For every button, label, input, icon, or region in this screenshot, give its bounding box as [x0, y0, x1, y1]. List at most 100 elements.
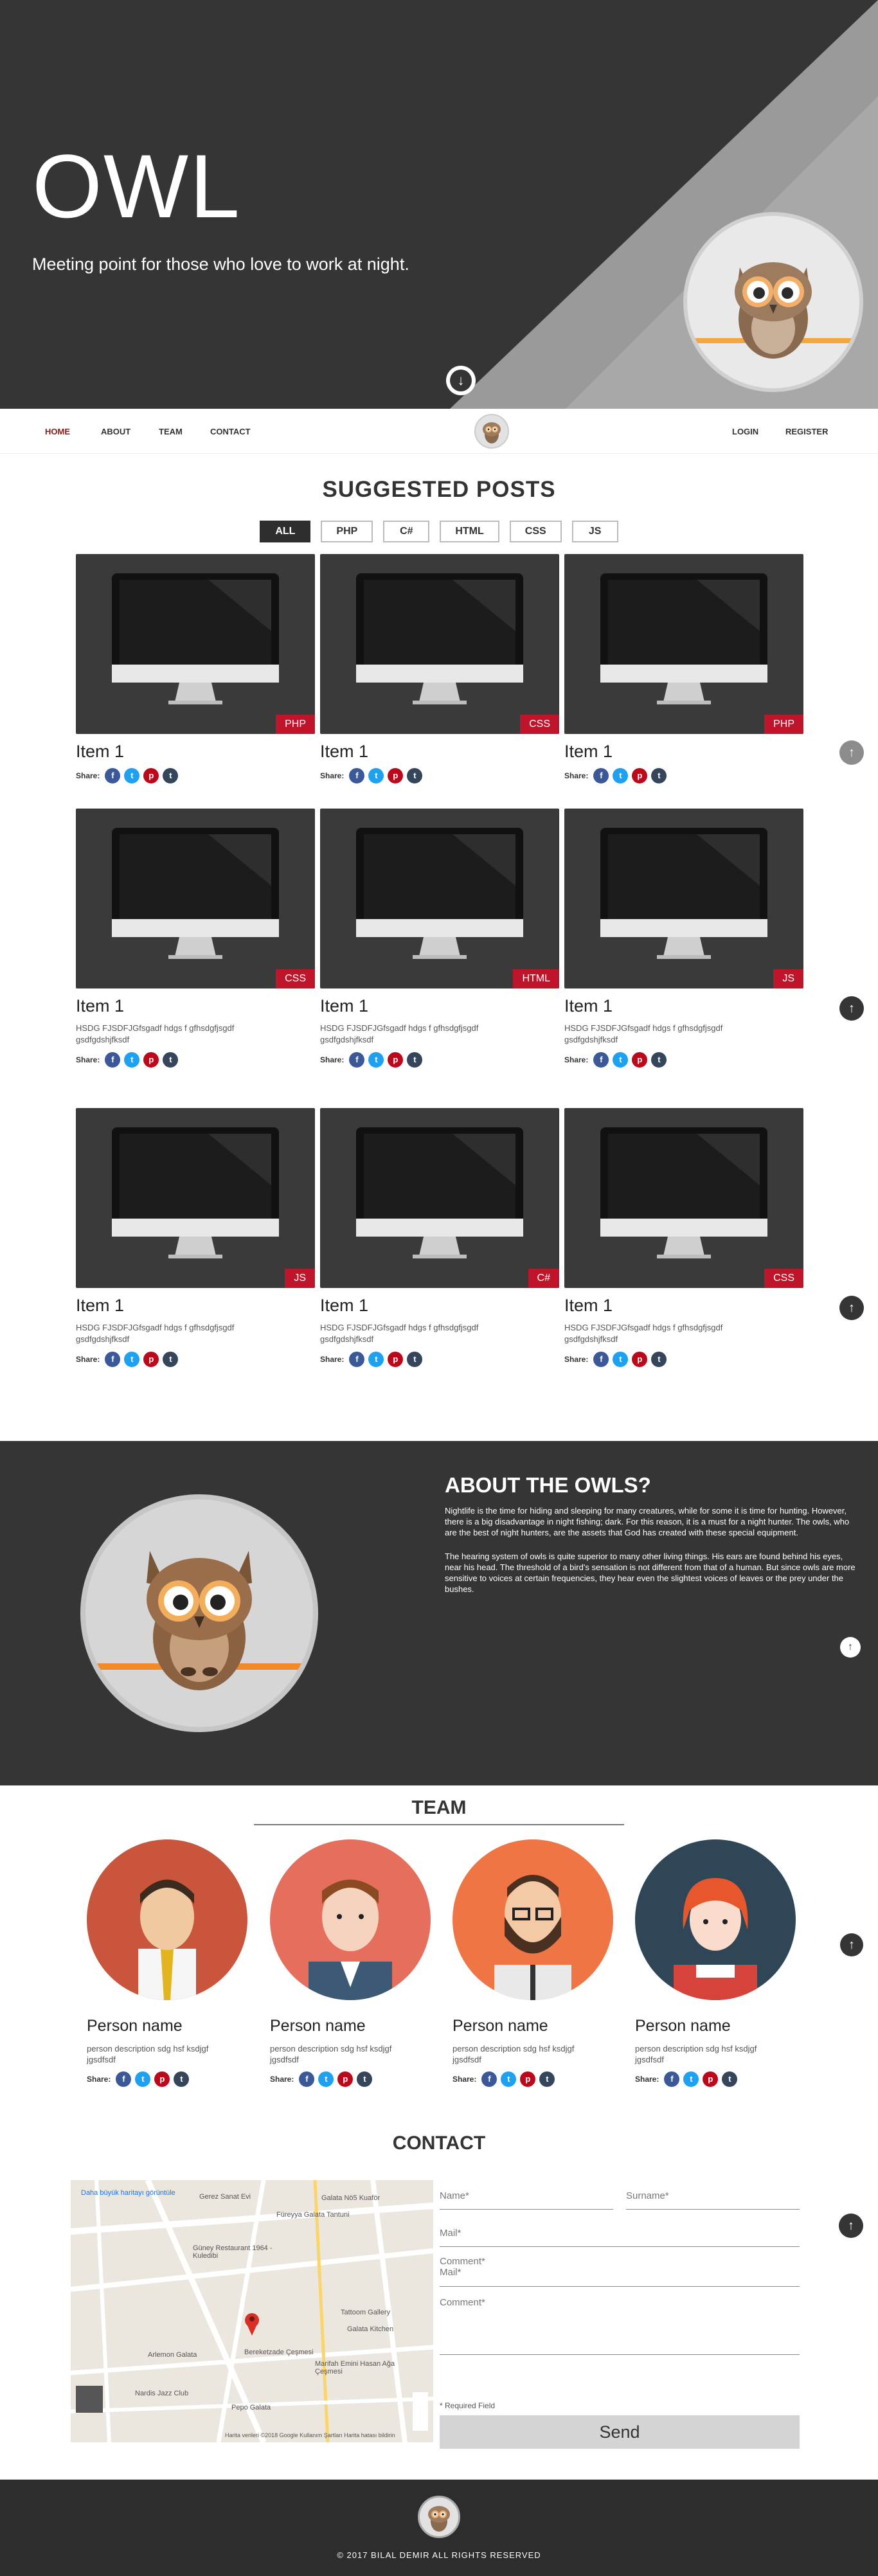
filter-js[interactable]: JS	[571, 521, 618, 542]
nav-team[interactable]: TEAM	[159, 427, 183, 436]
twitter-icon[interactable]: t	[124, 768, 140, 783]
post-category-tag[interactable]: CSS	[276, 969, 315, 988]
twitter-icon[interactable]: t	[135, 2071, 151, 2087]
facebook-icon[interactable]: f	[664, 2071, 680, 2087]
twitter-icon[interactable]: t	[368, 1352, 384, 1367]
filter-css[interactable]: CSS	[509, 521, 562, 542]
pinterest-icon[interactable]: p	[632, 1052, 648, 1068]
post-title[interactable]: Item 1	[76, 742, 315, 762]
post-category-tag[interactable]: C#	[528, 1269, 559, 1288]
twitter-icon[interactable]: t	[613, 1352, 629, 1367]
pinterest-icon[interactable]: p	[388, 1052, 404, 1068]
map-larger-link[interactable]: Daha büyük haritayı görüntüle	[81, 2189, 175, 2197]
post-card[interactable]: C# Item 1 HSDG FJSDFJGfsgadf hdgs f gfhsdg…	[320, 1108, 559, 1367]
post-card[interactable]: JS Item 1 HSDG FJSDFJGfsgadf hdgs f gfhsdg…	[564, 809, 803, 1068]
facebook-icon[interactable]: f	[593, 768, 609, 783]
tumblr-icon[interactable]: t	[651, 1352, 667, 1367]
post-thumbnail[interactable]: CSS	[320, 554, 559, 734]
tumblr-icon[interactable]: t	[651, 1052, 667, 1068]
nav-home[interactable]: HOME	[45, 427, 70, 436]
post-card[interactable]: HTML Item 1 HSDG FJSDFJGfsgadf hdgs f gfhs…	[320, 809, 559, 1068]
facebook-icon[interactable]: f	[105, 768, 121, 783]
post-title[interactable]: Item 1	[76, 996, 315, 1016]
google-map[interactable]: Daha büyük haritayı görüntüle Gerez Sana…	[71, 2180, 433, 2442]
twitter-icon[interactable]: t	[501, 2071, 517, 2087]
tumblr-icon[interactable]: t	[722, 2071, 738, 2087]
post-thumbnail[interactable]: C#	[320, 1108, 559, 1288]
scroll-up-button[interactable]: ↑	[840, 1933, 863, 1956]
facebook-icon[interactable]: f	[299, 2071, 315, 2087]
post-title[interactable]: Item 1	[76, 1296, 315, 1316]
scroll-up-button[interactable]: ↑	[839, 2214, 863, 2238]
post-card[interactable]: PHP Item 1 Share: f t p t	[76, 554, 315, 783]
twitter-icon[interactable]: t	[613, 1052, 629, 1068]
post-category-tag[interactable]: CSS	[520, 715, 559, 734]
mail-field[interactable]: Mail*	[440, 2228, 800, 2247]
facebook-icon[interactable]: f	[116, 2071, 132, 2087]
post-category-tag[interactable]: JS	[285, 1269, 315, 1288]
post-title[interactable]: Item 1	[320, 1296, 559, 1316]
twitter-icon[interactable]: t	[124, 1352, 140, 1367]
tumblr-icon[interactable]: t	[407, 768, 423, 783]
twitter-icon[interactable]: t	[613, 768, 629, 783]
post-title[interactable]: Item 1	[564, 742, 803, 762]
facebook-icon[interactable]: f	[481, 2071, 497, 2087]
pinterest-icon[interactable]: p	[143, 768, 159, 783]
post-card[interactable]: JS Item 1 HSDG FJSDFJGfsgadf hdgs f gfhsdg…	[76, 1108, 315, 1367]
pinterest-icon[interactable]: p	[632, 768, 648, 783]
tumblr-icon[interactable]: t	[539, 2071, 555, 2087]
post-card[interactable]: CSS Item 1 HSDG FJSDFJGfsgadf hdgs f gfhsd…	[76, 809, 315, 1068]
facebook-icon[interactable]: f	[593, 1052, 609, 1068]
post-card[interactable]: CSS Item 1 Share: f t p t	[320, 554, 559, 783]
facebook-icon[interactable]: f	[349, 1352, 365, 1367]
pinterest-icon[interactable]: p	[143, 1352, 159, 1367]
tumblr-icon[interactable]: t	[357, 2071, 373, 2087]
post-thumbnail[interactable]: PHP	[564, 554, 803, 734]
post-card[interactable]: CSS Item 1 HSDG FJSDFJGfsgadf hdgs f gfhsd…	[564, 1108, 803, 1367]
facebook-icon[interactable]: f	[349, 768, 365, 783]
post-category-tag[interactable]: PHP	[764, 715, 803, 734]
post-title[interactable]: Item 1	[564, 1296, 803, 1316]
scroll-up-button[interactable]: ↑	[839, 1296, 864, 1320]
post-category-tag[interactable]: PHP	[276, 715, 315, 734]
name-field[interactable]: Name*	[440, 2190, 613, 2210]
pinterest-icon[interactable]: p	[388, 768, 404, 783]
pinterest-icon[interactable]: p	[154, 2071, 170, 2087]
twitter-icon[interactable]: t	[124, 1052, 140, 1068]
facebook-icon[interactable]: f	[105, 1052, 121, 1068]
tumblr-icon[interactable]: t	[651, 768, 667, 783]
filter-csharp[interactable]: C#	[383, 521, 430, 542]
nav-logo[interactable]	[474, 414, 509, 449]
pinterest-icon[interactable]: p	[703, 2071, 719, 2087]
post-thumbnail[interactable]: JS	[564, 809, 803, 988]
surname-field[interactable]: Surname*	[626, 2190, 800, 2210]
pinterest-icon[interactable]: p	[143, 1052, 159, 1068]
twitter-icon[interactable]: t	[368, 768, 384, 783]
post-thumbnail[interactable]: HTML	[320, 809, 559, 988]
comment-mail-field[interactable]: Comment* Mail*	[440, 2256, 800, 2287]
post-category-tag[interactable]: HTML	[513, 969, 559, 988]
tumblr-icon[interactable]: t	[407, 1352, 423, 1367]
post-title[interactable]: Item 1	[320, 996, 559, 1016]
facebook-icon[interactable]: f	[349, 1052, 365, 1068]
pinterest-icon[interactable]: p	[388, 1352, 404, 1367]
facebook-icon[interactable]: f	[105, 1352, 121, 1367]
tumblr-icon[interactable]: t	[163, 1352, 179, 1367]
nav-login[interactable]: LOGIN	[732, 427, 758, 436]
filter-all[interactable]: ALL	[260, 521, 311, 542]
filter-html[interactable]: HTML	[440, 521, 499, 542]
scroll-up-button[interactable]: ↑	[839, 996, 864, 1021]
tumblr-icon[interactable]: t	[163, 1052, 179, 1068]
pinterest-icon[interactable]: p	[337, 2071, 354, 2087]
post-card[interactable]: PHP Item 1 Share: f t p t	[564, 554, 803, 783]
twitter-icon[interactable]: t	[318, 2071, 334, 2087]
nav-register[interactable]: REGISTER	[785, 427, 828, 436]
scroll-up-button[interactable]: ↑	[840, 1637, 861, 1658]
scroll-up-button[interactable]: ↑	[839, 740, 864, 765]
post-thumbnail[interactable]: CSS	[564, 1108, 803, 1288]
comment-field[interactable]: Comment*	[440, 2297, 800, 2355]
pinterest-icon[interactable]: p	[520, 2071, 536, 2087]
tumblr-icon[interactable]: t	[407, 1052, 423, 1068]
post-category-tag[interactable]: CSS	[764, 1269, 803, 1288]
pinterest-icon[interactable]: p	[632, 1352, 648, 1367]
